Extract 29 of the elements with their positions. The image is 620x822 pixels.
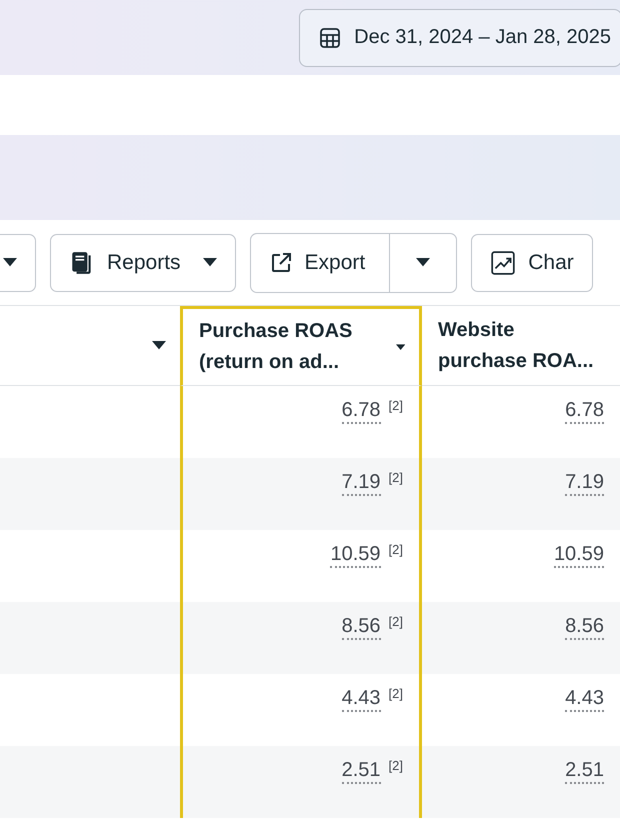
cell-value: 8.56 [565, 614, 604, 640]
cell-value: 6.78 [565, 398, 604, 424]
caret-icon [202, 258, 217, 267]
calendar-icon [318, 26, 342, 50]
cell-value: 7.19 [342, 470, 381, 496]
caret-icon [3, 258, 17, 267]
cell-value: 2.51 [565, 758, 604, 784]
cell-value: 4.43 [565, 686, 604, 712]
cell-value: 8.56 [342, 614, 381, 640]
footnote-mark: [2] [388, 470, 403, 485]
cell-value: 10.59 [330, 542, 381, 568]
footnote-mark: [2] [388, 614, 403, 629]
footnote-mark: [2] [388, 758, 403, 773]
caret-icon [416, 258, 430, 267]
cell-value: 6.78 [342, 398, 381, 424]
line-chart-icon [490, 250, 516, 276]
export-button[interactable]: Export [250, 234, 390, 292]
reports-button[interactable]: Reports [50, 234, 236, 292]
charts-button[interactable]: Char [471, 234, 593, 292]
cell-value: 10.59 [554, 542, 604, 568]
cell-value: 7.19 [565, 470, 604, 496]
date-range-button[interactable]: Dec 31, 2024 – Jan 28, 2025 [299, 8, 620, 66]
footnote-mark: [2] [388, 686, 403, 701]
cell-value: 4.43 [342, 686, 381, 712]
footnote-mark: [2] [388, 398, 403, 413]
caret-icon [396, 342, 405, 352]
footnote-mark: [2] [388, 542, 403, 557]
caret-icon [152, 341, 166, 350]
cell-value: 2.51 [342, 758, 381, 784]
